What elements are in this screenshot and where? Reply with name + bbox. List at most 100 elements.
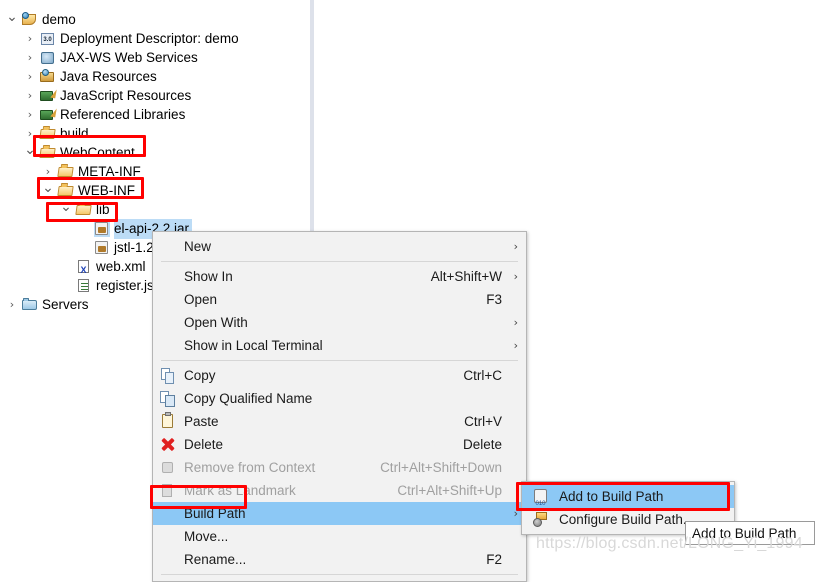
chevron-right-icon: › bbox=[513, 270, 518, 283]
tree-item-label: JAX-WS Web Services bbox=[60, 50, 198, 65]
tree-item-label: JavaScript Resources bbox=[60, 88, 192, 103]
copy-qualified-icon bbox=[159, 390, 176, 407]
tree-item-label: lib bbox=[96, 202, 110, 217]
menu-item-label: Mark as Landmark bbox=[184, 483, 296, 498]
chevron-right-icon[interactable]: › bbox=[24, 29, 36, 49]
menu-item-shortcut: Alt+Shift+W bbox=[430, 269, 502, 284]
chevron-right-icon[interactable]: › bbox=[42, 162, 54, 182]
tree-item[interactable]: ⌄ WebContent bbox=[0, 143, 310, 163]
chevron-right-icon[interactable]: › bbox=[24, 67, 36, 87]
menu-item[interactable]: Copy Qualified Name bbox=[153, 387, 526, 410]
menu-item-shortcut: Ctrl+Alt+Shift+Up bbox=[397, 483, 502, 498]
delete-icon bbox=[159, 436, 176, 453]
chevron-right-icon: › bbox=[513, 316, 518, 329]
tree-item[interactable]: › JavaScript Resources bbox=[0, 86, 310, 106]
tree-item-label: WebContent bbox=[60, 145, 135, 160]
folder-open-icon bbox=[75, 202, 92, 218]
chevron-down-icon[interactable]: ⌄ bbox=[24, 143, 36, 163]
chevron-right-icon[interactable]: › bbox=[24, 86, 36, 106]
project-icon bbox=[22, 12, 38, 28]
remove-context-icon bbox=[159, 459, 176, 476]
folder-open-icon bbox=[57, 164, 74, 180]
menu-item-label: Show in Local Terminal bbox=[184, 338, 323, 353]
menu-item[interactable]: Move... bbox=[153, 525, 526, 548]
menu-item-label: Configure Build Path... bbox=[559, 512, 695, 527]
tree-item[interactable]: ⌄ lib bbox=[0, 200, 310, 220]
folder-open-icon bbox=[39, 126, 56, 142]
tree-item[interactable]: › META-INF bbox=[0, 162, 310, 182]
tree-item[interactable]: › Java Resources bbox=[0, 67, 310, 87]
menu-item: Remove from Context Ctrl+Alt+Shift+Down bbox=[153, 456, 526, 479]
menu-item-label: Rename... bbox=[184, 552, 247, 567]
servers-icon bbox=[22, 297, 38, 313]
context-menu[interactable]: New › Show In Alt+Shift+W › Open F3 Open With › S… bbox=[152, 231, 527, 582]
menu-item: Mark as Landmark Ctrl+Alt+Shift+Up bbox=[153, 479, 526, 502]
menu-item-label: New bbox=[184, 239, 212, 254]
menu-item[interactable]: Rename... F2 bbox=[153, 548, 526, 571]
web-services-icon bbox=[40, 50, 56, 66]
menu-item-label: Copy bbox=[184, 368, 216, 383]
tree-item-label: Referenced Libraries bbox=[60, 107, 186, 122]
chevron-down-icon[interactable]: ⌄ bbox=[6, 10, 18, 30]
menu-item[interactable]: Open With › bbox=[153, 311, 526, 334]
menu-item[interactable]: Paste Ctrl+V bbox=[153, 410, 526, 433]
tree-item-label: META-INF bbox=[78, 164, 141, 179]
menu-item-shortcut: Ctrl+C bbox=[463, 368, 502, 383]
chevron-right-icon[interactable]: › bbox=[6, 295, 18, 315]
menu-item[interactable]: New › bbox=[153, 235, 526, 258]
menu-item-shortcut: Delete bbox=[462, 437, 502, 452]
menu-item[interactable]: Copy Ctrl+C bbox=[153, 364, 526, 387]
tree-item-label: web.xml bbox=[96, 259, 146, 274]
chevron-right-icon[interactable]: › bbox=[24, 48, 36, 68]
watermark: https://blog.csdn.net/LONG_Yi_1994 bbox=[536, 535, 803, 552]
chevron-down-icon[interactable]: ⌄ bbox=[42, 181, 54, 201]
editor-pane[interactable] bbox=[314, 0, 828, 232]
chevron-down-icon[interactable]: ⌄ bbox=[60, 200, 72, 220]
java-resources-icon bbox=[40, 69, 56, 85]
tree-item[interactable]: ⌄ WEB-INF bbox=[0, 181, 310, 201]
chevron-right-icon[interactable]: › bbox=[24, 105, 36, 125]
chevron-right-icon[interactable]: › bbox=[24, 124, 36, 144]
menu-separator bbox=[161, 360, 518, 361]
jsp-file-icon bbox=[76, 278, 92, 294]
tree-item-label: build bbox=[60, 126, 89, 141]
tree-item[interactable]: › Referenced Libraries bbox=[0, 105, 310, 125]
menu-separator bbox=[161, 574, 518, 575]
paste-icon bbox=[159, 412, 176, 430]
menu-item[interactable]: Open F3 bbox=[153, 288, 526, 311]
menu-item-shortcut: Ctrl+Alt+Shift+Down bbox=[380, 460, 502, 475]
menu-item[interactable]: Delete Delete bbox=[153, 433, 526, 456]
tree-item[interactable]: ⌄ demo bbox=[0, 10, 310, 30]
menu-item-label: Show In bbox=[184, 269, 233, 284]
menu-item-label: Add to Build Path bbox=[559, 489, 664, 504]
tree-item-label: Servers bbox=[42, 297, 89, 312]
tree-item[interactable]: › build bbox=[0, 124, 310, 144]
folder-open-icon bbox=[57, 183, 74, 199]
tree-item[interactable]: › Deployment Descriptor: demo bbox=[0, 29, 310, 49]
chevron-right-icon: › bbox=[513, 507, 518, 520]
tree-item-label: Deployment Descriptor: demo bbox=[60, 31, 239, 46]
menu-item-label: Remove from Context bbox=[184, 460, 316, 475]
xml-file-icon bbox=[76, 259, 92, 280]
copy-icon bbox=[159, 367, 176, 384]
jar-icon bbox=[94, 221, 110, 237]
menu-item[interactable]: Show in Local Terminal › bbox=[153, 334, 526, 357]
library-icon bbox=[40, 107, 56, 123]
menu-item-label: Build Path bbox=[184, 506, 246, 521]
menu-item-label: Copy Qualified Name bbox=[184, 391, 313, 406]
chevron-right-icon: › bbox=[513, 339, 518, 352]
deployment-descriptor-icon bbox=[40, 31, 56, 47]
menu-item-label: Paste bbox=[184, 414, 219, 429]
configure-build-path-icon bbox=[532, 511, 549, 528]
folder-open-icon bbox=[39, 145, 56, 161]
tree-item-label: Java Resources bbox=[60, 69, 157, 84]
menu-item[interactable]: Show In Alt+Shift+W › bbox=[153, 265, 526, 288]
library-icon bbox=[40, 88, 56, 104]
menu-item[interactable]: Build Path › bbox=[153, 502, 526, 525]
tree-item[interactable]: › JAX-WS Web Services bbox=[0, 48, 310, 68]
menu-item-shortcut: F3 bbox=[486, 292, 502, 307]
menu-item[interactable]: Add to Build Path bbox=[522, 485, 734, 516]
menu-item-shortcut: Ctrl+V bbox=[464, 414, 502, 429]
menu-item-label: Open With bbox=[184, 315, 248, 330]
menu-separator bbox=[161, 261, 518, 262]
